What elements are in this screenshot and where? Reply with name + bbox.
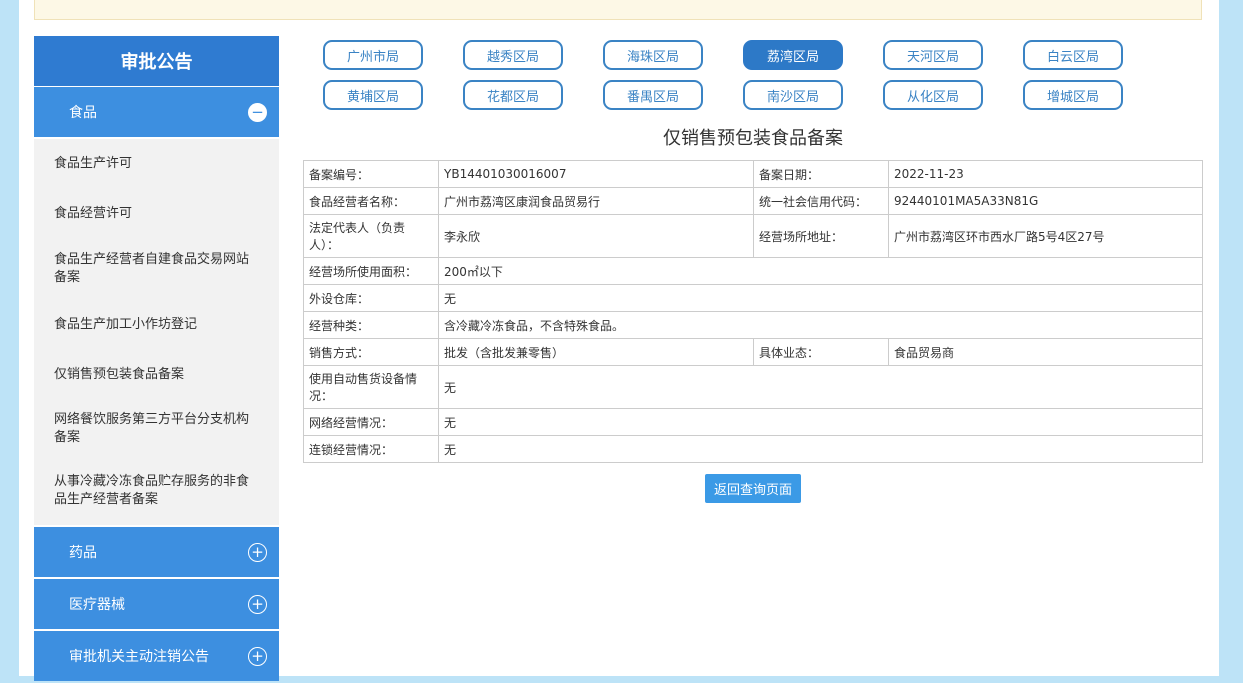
field-value: YB14401030016007: [438, 160, 754, 188]
field-label: 经营场所地址：: [753, 214, 889, 258]
district-tab-tianhe[interactable]: 天河区局: [883, 40, 983, 70]
field-label: 使用自动售货设备情况：: [303, 365, 439, 409]
table-row: 外设仓库： 无: [303, 284, 1203, 312]
field-label: 统一社会信用代码：: [753, 187, 889, 215]
table-row: 备案编号： YB14401030016007 备案日期： 2022-11-23: [303, 160, 1203, 188]
expand-icon[interactable]: +: [248, 594, 267, 614]
field-label: 连锁经营情况：: [303, 435, 439, 463]
field-value: 92440101MA5A33N81G: [888, 187, 1203, 215]
district-tab-guangzhou[interactable]: 广州市局: [323, 40, 423, 70]
field-label: 网络经营情况：: [303, 408, 439, 436]
sidebar-item-small-workshop-registration[interactable]: 食品生产加工小作坊登记: [34, 299, 279, 351]
field-label: 外设仓库：: [303, 284, 439, 312]
sidebar: 审批公告 食品 − 食品生产许可 食品经营许可 食品生产经营者自建食品交易网站备…: [34, 36, 279, 683]
field-value: 无: [438, 365, 1203, 409]
expand-icon[interactable]: +: [248, 542, 267, 562]
district-tab-panyu[interactable]: 番禺区局: [603, 80, 703, 110]
table-row: 经营种类： 含冷藏冷冻食品，不含特殊食品。: [303, 311, 1203, 339]
sidebar-title: 审批公告: [34, 36, 279, 87]
notice-bar: [34, 0, 1202, 20]
field-value: 广州市荔湾区康润食品贸易行: [438, 187, 754, 215]
sidebar-category-label: 食品: [69, 105, 97, 121]
field-label: 经营种类：: [303, 311, 439, 339]
sidebar-item-food-business-license[interactable]: 食品经营许可: [34, 189, 279, 239]
collapse-icon[interactable]: −: [248, 102, 267, 122]
sidebar-category-cancellation-notice[interactable]: 审批机关主动注销公告 +: [34, 631, 279, 681]
back-to-search-button[interactable]: 返回查询页面: [704, 474, 801, 503]
table-row: 使用自动售货设备情况： 无: [303, 365, 1203, 409]
field-value: 无: [438, 284, 1203, 312]
field-value: 广州市荔湾区环市西水厂路5号4区27号: [888, 214, 1203, 258]
sidebar-item-third-party-platform-filing[interactable]: 网络餐饮服务第三方平台分支机构备案: [34, 399, 279, 459]
field-label: 食品经营者名称：: [303, 187, 439, 215]
main-content: 广州市局 越秀区局 海珠区局 荔湾区局 天河区局 白云区局 黄埔区局 花都区局 …: [303, 40, 1203, 503]
sidebar-category-food[interactable]: 食品 −: [34, 87, 279, 137]
expand-icon[interactable]: +: [248, 646, 267, 666]
field-label: 销售方式：: [303, 338, 439, 366]
sidebar-item-prepackaged-food-filing[interactable]: 仅销售预包装食品备案: [34, 351, 279, 399]
field-value: 2022-11-23: [888, 160, 1203, 188]
field-value: 批发（含批发兼零售）: [438, 338, 754, 366]
district-tab-yuexiu[interactable]: 越秀区局: [463, 40, 563, 70]
sidebar-item-cold-storage-filing[interactable]: 从事冷藏冷冻食品贮存服务的非食品生产经营者备案: [34, 459, 279, 523]
page: 审批公告 食品 − 食品生产许可 食品经营许可 食品生产经营者自建食品交易网站备…: [19, 0, 1219, 681]
district-tab-zengcheng[interactable]: 增城区局: [1023, 80, 1123, 110]
table-row: 食品经营者名称： 广州市荔湾区康润食品贸易行 统一社会信用代码： 9244010…: [303, 187, 1203, 215]
field-value: 无: [438, 435, 1203, 463]
field-value: 李永欣: [438, 214, 754, 258]
field-label: 备案编号：: [303, 160, 439, 188]
district-tab-baiyun[interactable]: 白云区局: [1023, 40, 1123, 70]
button-area: 返回查询页面: [303, 474, 1203, 503]
sidebar-category-drug[interactable]: 药品 +: [34, 527, 279, 577]
record-table: 备案编号： YB14401030016007 备案日期： 2022-11-23 …: [303, 160, 1203, 463]
table-row: 网络经营情况： 无: [303, 408, 1203, 436]
sidebar-category-medical-device[interactable]: 医疗器械 +: [34, 579, 279, 629]
table-row: 销售方式： 批发（含批发兼零售） 具体业态： 食品贸易商: [303, 338, 1203, 366]
district-tab-conghua[interactable]: 从化区局: [883, 80, 983, 110]
district-tab-haizhu[interactable]: 海珠区局: [603, 40, 703, 70]
field-label: 具体业态：: [753, 338, 889, 366]
field-label: 经营场所使用面积：: [303, 257, 439, 285]
field-label: 法定代表人（负责人）：: [303, 214, 439, 258]
sidebar-item-food-production-license[interactable]: 食品生产许可: [34, 139, 279, 189]
sidebar-item-self-built-website-filing[interactable]: 食品生产经营者自建食品交易网站备案: [34, 239, 279, 299]
district-tab-liwan[interactable]: 荔湾区局: [743, 40, 843, 70]
table-row: 连锁经营情况： 无: [303, 435, 1203, 463]
field-value: 无: [438, 408, 1203, 436]
field-label: 备案日期：: [753, 160, 889, 188]
field-value: 200㎡以下: [438, 257, 1203, 285]
sidebar-category-label: 审批机关主动注销公告: [69, 649, 209, 665]
district-tab-huadu[interactable]: 花都区局: [463, 80, 563, 110]
food-submenu: 食品生产许可 食品经营许可 食品生产经营者自建食品交易网站备案 食品生产加工小作…: [34, 139, 279, 525]
district-tabs: 广州市局 越秀区局 海珠区局 荔湾区局 天河区局 白云区局 黄埔区局 花都区局 …: [303, 40, 1203, 110]
district-tab-nansha[interactable]: 南沙区局: [743, 80, 843, 110]
sidebar-category-label: 药品: [69, 545, 97, 561]
district-tab-huangpu[interactable]: 黄埔区局: [323, 80, 423, 110]
record-title: 仅销售预包装食品备案: [663, 128, 843, 149]
sidebar-category-label: 医疗器械: [69, 597, 125, 613]
field-value: 含冷藏冷冻食品，不含特殊食品。: [438, 311, 1203, 339]
table-row: 法定代表人（负责人）： 李永欣 经营场所地址： 广州市荔湾区环市西水厂路5号4区…: [303, 214, 1203, 258]
field-value: 食品贸易商: [888, 338, 1203, 366]
table-row: 经营场所使用面积： 200㎡以下: [303, 257, 1203, 285]
